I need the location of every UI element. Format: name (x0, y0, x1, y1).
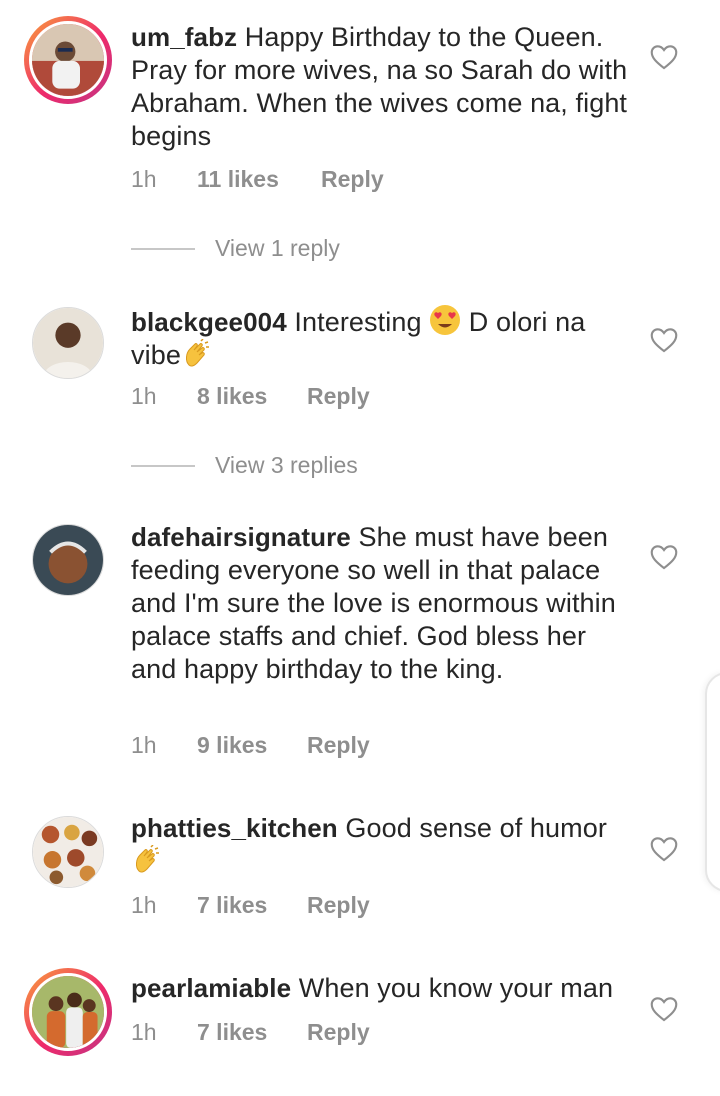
comment-meta: 1h 11 likes Reply (131, 166, 384, 193)
reply-button[interactable]: Reply (307, 732, 370, 759)
view-replies-label[interactable]: View 3 replies (215, 452, 358, 479)
avatar-frame[interactable] (32, 307, 104, 379)
side-panel-handle[interactable] (705, 672, 720, 892)
comment-meta: 1h 9 likes Reply (131, 732, 370, 759)
comment-time: 1h (131, 1019, 157, 1045)
heart-eyes-emoji-icon (430, 305, 461, 335)
view-replies-label[interactable]: View 1 reply (215, 235, 340, 262)
comment-username[interactable]: blackgee004 (131, 307, 287, 337)
comment-time: 1h (131, 383, 157, 409)
comment-meta: 1h 7 likes Reply (131, 1019, 370, 1046)
comment-username[interactable]: dafehairsignature (131, 522, 351, 552)
like-heart-icon[interactable] (650, 44, 678, 70)
comment-likes[interactable]: 9 likes (197, 732, 307, 759)
avatar-story-ring[interactable] (24, 16, 112, 104)
comment-username[interactable]: pearlamiable (131, 973, 291, 1003)
divider-line (131, 464, 195, 467)
comment-meta: 1h 8 likes Reply (131, 383, 370, 410)
comment-body: When you know your man (291, 973, 614, 1003)
comment-text: blackgee004 Interesting D olori na vibe (131, 304, 631, 372)
avatar[interactable] (29, 21, 107, 99)
view-replies-button[interactable]: View 1 reply (131, 235, 340, 262)
divider-line (131, 247, 195, 250)
reply-button[interactable]: Reply (307, 892, 370, 919)
comment-likes[interactable]: 11 likes (197, 166, 321, 193)
avatar-frame[interactable] (32, 524, 104, 596)
like-heart-icon[interactable] (650, 996, 678, 1022)
like-heart-icon[interactable] (650, 327, 678, 353)
like-heart-icon[interactable] (650, 836, 678, 862)
comment-username[interactable]: um_fabz (131, 22, 237, 52)
comment-text: um_fabz Happy Birthday to the Queen. Pra… (131, 21, 631, 153)
comment-likes[interactable]: 7 likes (197, 1019, 307, 1046)
avatar[interactable] (32, 524, 104, 596)
comment-body: Good sense of humor (337, 813, 607, 843)
view-replies-button[interactable]: View 3 replies (131, 452, 358, 479)
comment-time: 1h (131, 732, 157, 758)
reply-button[interactable]: Reply (307, 383, 370, 410)
comment-time: 1h (131, 892, 157, 918)
avatar-story-ring[interactable] (24, 968, 112, 1056)
like-heart-icon[interactable] (650, 544, 678, 570)
reply-button[interactable]: Reply (321, 166, 384, 193)
clapping-hands-emoji-icon (185, 339, 209, 367)
comment-likes[interactable]: 8 likes (197, 383, 307, 410)
avatar-frame[interactable] (32, 816, 104, 888)
comment-username[interactable]: phatties_kitchen (131, 813, 338, 843)
avatar[interactable] (32, 307, 104, 379)
comment-meta: 1h 7 likes Reply (131, 892, 370, 919)
comment-text: phatties_kitchen Good sense of humor (131, 812, 631, 878)
avatar[interactable] (29, 973, 107, 1051)
comment-body: Interesting (286, 307, 430, 337)
avatar[interactable] (32, 816, 104, 888)
clapping-hands-emoji-icon (136, 845, 159, 873)
comment-likes[interactable]: 7 likes (197, 892, 307, 919)
reply-button[interactable]: Reply (307, 1019, 370, 1046)
comment-text: dafehairsignature She must have been fee… (131, 521, 631, 686)
comment-text: pearlamiable When you know your man (131, 972, 631, 1005)
comment-time: 1h (131, 166, 157, 192)
